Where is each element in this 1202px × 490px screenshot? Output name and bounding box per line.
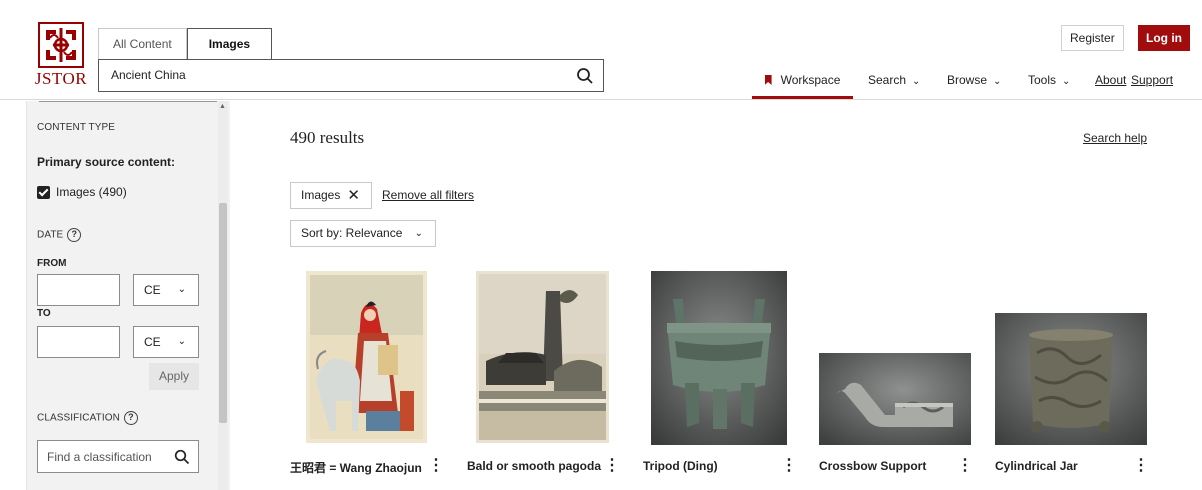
sidebar-scrollbar[interactable]: ▲ [218,101,228,490]
search-help-link[interactable]: Search help [1083,131,1147,145]
register-button[interactable]: Register [1061,25,1124,51]
apply-button[interactable]: Apply [149,363,199,390]
nav-browse-label: Browse [947,73,988,87]
from-year-input[interactable] [37,274,120,306]
checkbox-checked-icon[interactable] [37,185,50,199]
pagoda-photo-image [476,271,609,443]
nav-browse[interactable]: Browse ⌄ [947,66,1001,99]
chevron-down-icon: ⌄ [414,228,423,239]
search-scope-tabs: All Content Images [98,28,273,59]
classification-heading: CLASSIFICATION? [37,411,138,425]
from-label: FROM [37,258,67,269]
tab-images[interactable]: Images [186,28,273,59]
scroll-thumb[interactable] [219,203,227,423]
chevron-down-icon: ⌄ [177,336,186,347]
search-input[interactable] [111,68,551,82]
primary-source-label: Primary source content: [37,155,176,169]
chevron-down-icon: ⌄ [993,76,1002,87]
result-title-3[interactable]: Tripod (Ding) [643,459,718,473]
to-era-select[interactable]: CE ⌄ [133,326,199,358]
chevron-down-icon: ⌄ [912,76,921,87]
painting-image [306,271,427,443]
nav-workspace-label: Workspace [780,73,841,87]
date-heading-label: DATE [37,229,64,241]
result-thumbnail-2[interactable] [476,271,609,443]
result-title-5[interactable]: Cylindrical Jar [995,459,1078,473]
jstor-logo[interactable]: JSTOR [32,22,90,94]
nav-about[interactable]: About [1095,66,1126,99]
crossbow-support-image [819,353,971,445]
more-options-icon[interactable]: ⋮ [781,458,797,474]
active-filter-chip[interactable]: Images ✕ [290,182,372,209]
help-icon[interactable]: ? [67,228,82,242]
to-era-value: CE [144,335,161,349]
close-icon[interactable]: ✕ [347,183,360,208]
nav-workspace[interactable]: Workspace [752,66,853,99]
images-filter-label: Images (490) [56,185,127,199]
classification-input[interactable] [47,450,167,464]
from-era-select[interactable]: CE ⌄ [133,274,199,306]
active-filter-label: Images [301,188,341,202]
divider [39,101,217,102]
jstor-logo-mark [38,22,84,68]
sort-dropdown[interactable]: Sort by: Relevance ⌄ [290,220,436,247]
result-thumbnail-3[interactable] [651,271,787,445]
remove-all-filters-link[interactable]: Remove all filters [382,188,474,202]
nav-search[interactable]: Search ⌄ [868,66,920,99]
chevron-down-icon: ⌄ [1062,76,1071,87]
more-options-icon[interactable]: ⋮ [957,458,973,474]
result-thumbnail-5[interactable] [995,313,1147,445]
scroll-up-arrow-icon[interactable]: ▲ [219,103,226,110]
to-label: TO [37,308,51,319]
chevron-down-icon: ⌄ [177,284,186,295]
logo-text: JSTOR [34,69,88,88]
bookmark-icon [764,75,772,85]
results-count: 490 results [290,128,365,147]
tab-all-content[interactable]: All Content [98,28,187,59]
sort-label: Sort by: Relevance [301,226,403,240]
search-box [98,59,604,92]
login-button[interactable]: Log in [1138,25,1190,51]
bronze-tripod-image [651,271,787,445]
classification-search [37,440,199,473]
content-type-heading: CONTENT TYPE [37,122,116,133]
search-icon[interactable] [576,67,594,85]
classification-heading-label: CLASSIFICATION [37,412,120,424]
more-options-icon[interactable]: ⋮ [1133,458,1149,474]
date-heading: DATE? [37,228,82,242]
nav-support[interactable]: Support [1131,66,1173,99]
more-options-icon[interactable]: ⋮ [428,458,444,474]
result-thumbnail-4[interactable] [819,353,971,445]
more-options-icon[interactable]: ⋮ [604,458,620,474]
nav-search-label: Search [868,73,907,87]
images-filter[interactable]: Images (490) [37,185,127,199]
site-header: JSTOR All Content Images Register Log in… [0,0,1202,100]
to-year-input[interactable] [37,326,120,358]
search-icon[interactable] [174,449,190,470]
result-title-1[interactable]: 王昭君 = Wang Zhaojun [290,459,422,476]
nav-tools[interactable]: Tools ⌄ [1028,66,1070,99]
from-era-value: CE [144,283,161,297]
filter-sidebar: CONTENT TYPE Primary source content: Ima… [26,101,230,490]
result-thumbnail-1[interactable] [306,271,427,443]
result-title-4[interactable]: Crossbow Support [819,459,926,473]
result-title-2[interactable]: Bald or smooth pagoda [467,459,601,473]
help-icon[interactable]: ? [123,411,138,425]
cylindrical-jar-image [995,313,1147,445]
nav-tools-label: Tools [1028,73,1057,87]
